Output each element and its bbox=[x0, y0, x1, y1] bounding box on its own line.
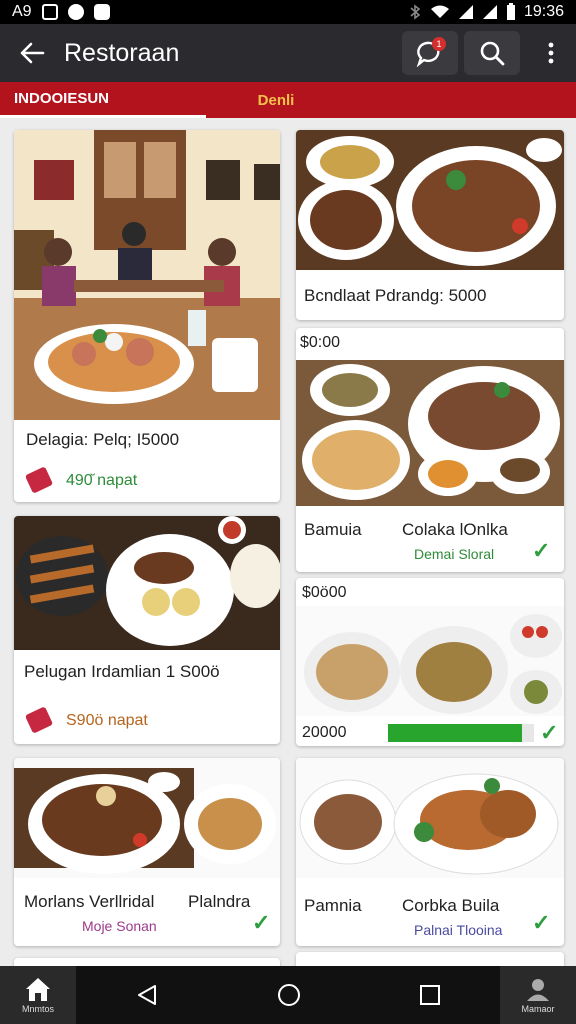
status-time: 19:36 bbox=[523, 3, 564, 20]
more-options-button[interactable] bbox=[526, 24, 576, 82]
restaurant-name-secondary: Corbka Buila bbox=[402, 896, 500, 915]
nav-profile-button[interactable]: Mamaor bbox=[500, 966, 576, 1024]
status-carrier-text: A9 bbox=[12, 3, 32, 20]
price-label: $0:00 bbox=[300, 334, 341, 351]
restaurant-name: Morlans Verllridal bbox=[24, 892, 155, 911]
restaurant-name-secondary: Colaka lOnlka bbox=[402, 520, 508, 539]
messenger-notification-icon bbox=[93, 4, 110, 20]
crispy-chicken-image bbox=[296, 758, 564, 878]
noodle-dishes-image bbox=[296, 606, 564, 716]
search-icon bbox=[480, 41, 505, 66]
image-notification-icon bbox=[41, 4, 58, 20]
restaurant-name: Pelugan Irdamlian 1 S00ö bbox=[24, 662, 220, 681]
grilled-chicken-noodle-image bbox=[14, 758, 280, 878]
restaurant-status: Moje Sonan bbox=[82, 918, 157, 934]
restaurant-card-partial[interactable] bbox=[14, 958, 280, 966]
system-navigation bbox=[76, 982, 500, 1008]
bottom-navigation: Mnmtos Mamaor bbox=[0, 966, 576, 1024]
signal-2-icon bbox=[482, 5, 497, 19]
wifi-icon bbox=[430, 5, 449, 18]
price-tag-icon bbox=[24, 466, 54, 494]
restaurant-status: Palnai Tlooina bbox=[414, 922, 503, 938]
price-secondary: 20000 bbox=[302, 724, 347, 741]
restaurant-distance: S90ö napat bbox=[66, 712, 148, 729]
restaurant-card-partial[interactable] bbox=[296, 952, 564, 966]
nav-home-button[interactable]: Mnmtos bbox=[0, 966, 76, 1024]
restaurant-card[interactable]: Pamnia Corbka Buila Palnai Tlooina ✓ bbox=[296, 758, 564, 946]
restaurant-interior-image bbox=[14, 130, 280, 420]
restaurant-name: Delagia: Pelq; I5000 bbox=[26, 430, 180, 449]
arrow-left-icon bbox=[20, 42, 45, 64]
bluetooth-icon bbox=[410, 4, 421, 20]
restaurant-status: Demai Sloral bbox=[414, 546, 495, 562]
notification-badge: 1 bbox=[432, 37, 446, 51]
check-icon: ✓ bbox=[540, 720, 559, 745]
price-tag-icon bbox=[24, 706, 54, 734]
restaurant-card[interactable]: Pelugan Irdamlian 1 S00ö S90ö napat bbox=[14, 516, 280, 744]
signal-icon bbox=[458, 5, 473, 19]
restaurant-distance: 490̆ napat bbox=[66, 472, 138, 489]
restaurant-grid: Delagia: Pelq; I5000 490̆ napat Bcndlaat… bbox=[0, 118, 576, 966]
restaurant-card[interactable]: Morlans Verllridal Plalndra Moje Sonan ✓ bbox=[14, 758, 280, 946]
restaurant-name: Bcndlaat Pdrandg: 5000 bbox=[304, 286, 487, 305]
status-bar: A9 19:36 bbox=[0, 0, 576, 24]
more-vert-icon bbox=[548, 42, 554, 64]
progress-fill bbox=[388, 724, 523, 742]
tab-indonesian[interactable]: INDOOIESUN bbox=[0, 82, 206, 118]
tab-bar: INDOOIESUN Denli bbox=[0, 82, 576, 118]
chicken-dish-image bbox=[296, 360, 564, 506]
back-triangle-icon[interactable] bbox=[135, 983, 159, 1007]
check-icon: ✓ bbox=[252, 910, 271, 935]
tab-denli[interactable]: Denli bbox=[206, 82, 346, 118]
back-button[interactable] bbox=[0, 24, 64, 82]
battery-icon bbox=[506, 3, 515, 20]
nav-profile-label: Mamaor bbox=[521, 1004, 555, 1014]
price-label: $0ö00 bbox=[302, 584, 347, 601]
availability-progress bbox=[388, 724, 534, 742]
recents-square-icon[interactable] bbox=[419, 984, 441, 1006]
restaurant-card[interactable]: Bcndlaat Pdrandg: 5000 bbox=[296, 130, 564, 320]
home-circle-icon[interactable] bbox=[276, 982, 302, 1008]
restaurant-card[interactable]: $0ö00 20000 ✓ bbox=[296, 578, 564, 746]
profile-icon bbox=[527, 979, 549, 1001]
restaurant-card[interactable]: $0:00 Bamuia Colaka lOnlka Demai Sloral … bbox=[296, 328, 564, 572]
search-button[interactable] bbox=[464, 31, 520, 75]
restaurant-name: Bamuia bbox=[304, 520, 362, 539]
restaurant-name-secondary: Plalndra bbox=[188, 892, 251, 911]
home-icon bbox=[26, 978, 50, 1001]
page-title: Restoraan bbox=[64, 38, 180, 67]
grilled-chicken-image bbox=[296, 130, 564, 270]
chat-button[interactable]: 1 bbox=[402, 31, 458, 75]
check-icon: ✓ bbox=[532, 910, 551, 935]
nav-home-label: Mnmtos bbox=[21, 1004, 54, 1014]
check-icon: ✓ bbox=[532, 538, 551, 563]
restaurant-card[interactable]: Delagia: Pelq; I5000 490̆ napat bbox=[14, 130, 280, 502]
restaurant-name: Pamnia bbox=[304, 896, 362, 915]
satay-platter-image bbox=[14, 516, 280, 650]
app-bar: Restoraan 1 bbox=[0, 24, 576, 82]
app-notification-icon bbox=[67, 4, 84, 20]
